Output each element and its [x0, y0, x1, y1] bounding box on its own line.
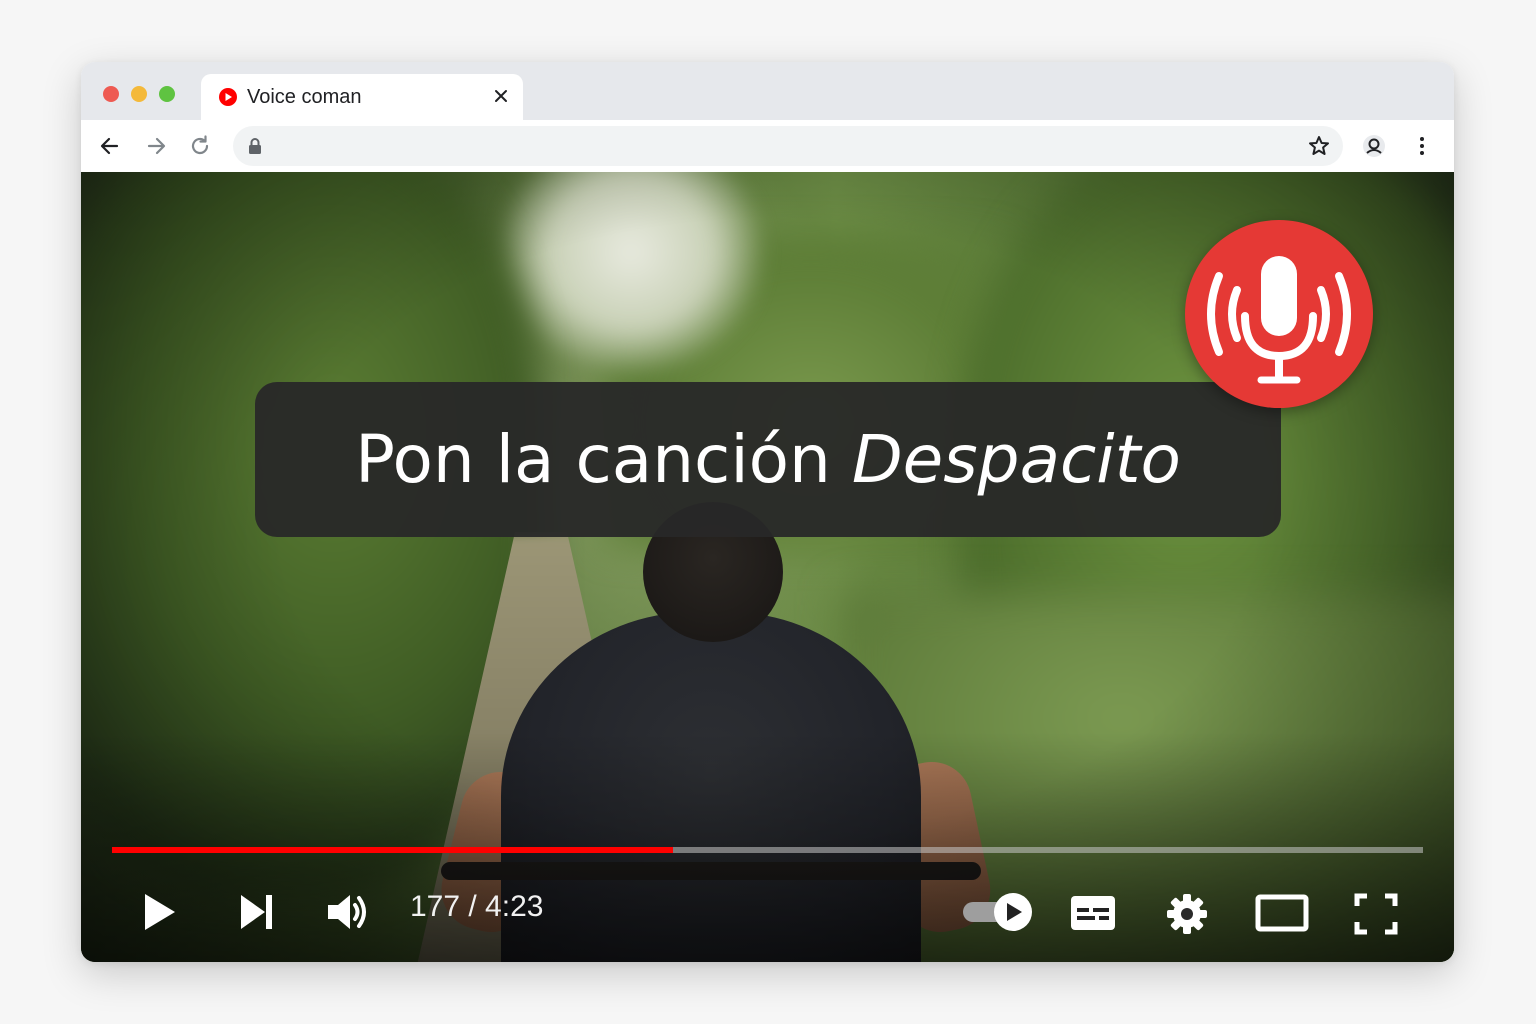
autoplay-toggle[interactable]: [961, 892, 1035, 937]
voice-command-text: Pon la canción Despacito: [355, 421, 1181, 498]
seek-bar-played: [112, 847, 674, 853]
settings-icon[interactable]: [1165, 892, 1209, 941]
browser-window: Voice coman Pon la canción Despacito 177…: [81, 62, 1454, 962]
browser-toolbar: [81, 120, 1454, 173]
tab-title: Voice coman: [247, 86, 362, 108]
caption-song-title: Despacito: [851, 421, 1181, 498]
theater-mode-icon[interactable]: [1255, 894, 1309, 937]
close-window-button[interactable]: [103, 86, 119, 102]
profile-icon[interactable]: [1361, 133, 1387, 159]
video-player[interactable]: Pon la canción Despacito 177 / 4:23: [81, 172, 1454, 962]
lock-icon[interactable]: [247, 137, 263, 160]
caption-prefix: Pon la canción: [355, 421, 852, 498]
maximize-window-button[interactable]: [159, 86, 175, 102]
time-display: 177 / 4:23: [410, 890, 544, 923]
close-tab-icon[interactable]: [493, 88, 509, 109]
voice-mic-button[interactable]: [1185, 220, 1373, 408]
tab-active[interactable]: Voice coman: [201, 74, 523, 120]
subtitles-icon[interactable]: [1069, 894, 1117, 937]
tab-strip: Voice coman: [81, 62, 1454, 120]
volume-icon[interactable]: [325, 892, 375, 937]
back-icon[interactable]: [97, 133, 123, 159]
more-menu-icon[interactable]: [1409, 133, 1435, 159]
forward-icon[interactable]: [143, 133, 169, 159]
seek-bar[interactable]: [112, 847, 1423, 853]
player-controls: 177 / 4:23: [81, 872, 1454, 942]
minimize-window-button[interactable]: [131, 86, 147, 102]
address-bar[interactable]: [233, 126, 1343, 166]
microphone-listening-icon: [1207, 256, 1351, 384]
youtube-icon: [217, 88, 239, 111]
next-icon[interactable]: [237, 892, 277, 937]
voice-command-caption: Pon la canción Despacito: [255, 382, 1281, 537]
fullscreen-icon[interactable]: [1353, 892, 1399, 941]
reload-icon[interactable]: [187, 133, 213, 159]
play-icon[interactable]: [139, 890, 179, 939]
bookmark-star-icon[interactable]: [1307, 134, 1331, 163]
